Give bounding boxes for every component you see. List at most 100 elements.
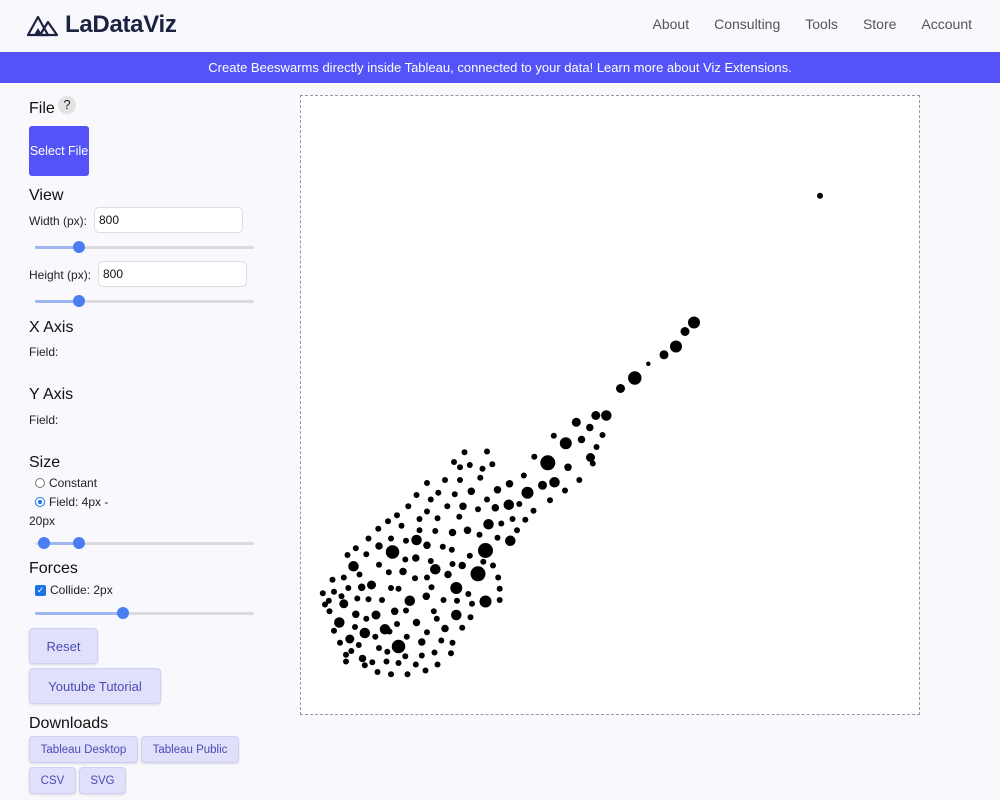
beeswarm-point — [493, 486, 502, 494]
brand-logo[interactable]: LaDataViz — [27, 11, 177, 39]
beeswarm-point — [505, 535, 516, 547]
download-tableau-desktop-button[interactable]: Tableau Desktop — [29, 736, 138, 763]
beeswarm-point — [357, 583, 366, 592]
height-slider[interactable] — [35, 294, 254, 308]
select-file-button[interactable]: Select File — [29, 126, 89, 176]
beeswarm-point — [591, 411, 601, 420]
beeswarm-point — [394, 621, 400, 627]
beeswarm-point — [530, 507, 537, 514]
beeswarm-point — [384, 648, 391, 655]
beeswarm-point — [576, 477, 583, 483]
promo-banner[interactable]: Create Beeswarms directly inside Tableau… — [0, 52, 1000, 83]
size-field-option[interactable]: Field: 4px - — [35, 495, 108, 509]
beeswarm-point — [403, 607, 409, 614]
beeswarm-point — [616, 384, 625, 393]
beeswarm-point — [352, 545, 359, 552]
beeswarm-point — [467, 487, 476, 496]
beeswarm-point — [478, 543, 493, 558]
beeswarm-point — [326, 608, 333, 615]
beeswarm-point — [456, 513, 463, 520]
download-svg-button[interactable]: SVG — [79, 767, 126, 794]
download-svg-label: SVG — [90, 774, 115, 787]
size-constant-option[interactable]: Constant — [35, 476, 97, 490]
height-slider-thumb[interactable] — [72, 295, 85, 307]
beeswarm-point — [670, 340, 682, 353]
beeswarm-point — [491, 504, 500, 512]
size-constant-radio[interactable] — [35, 478, 45, 488]
beeswarm-point — [448, 650, 454, 657]
beeswarm-point — [372, 633, 379, 640]
beeswarm-point — [659, 350, 669, 360]
width-slider[interactable] — [35, 240, 254, 254]
beeswarm-point — [399, 567, 407, 576]
beeswarm-point — [375, 525, 382, 532]
download-csv-button[interactable]: CSV — [29, 767, 76, 794]
beeswarm-point — [418, 652, 425, 659]
beeswarm-point — [448, 546, 455, 553]
beeswarm-point — [438, 637, 445, 644]
nav-account[interactable]: Account — [921, 16, 972, 32]
beeswarm-point — [484, 496, 490, 503]
beeswarm-point — [547, 497, 553, 504]
beeswarm-point — [367, 580, 376, 590]
download-tableau-public-label: Tableau Public — [152, 743, 228, 756]
height-input[interactable] — [98, 261, 247, 287]
download-tableau-public-button[interactable]: Tableau Public — [141, 736, 239, 763]
beeswarm-point — [477, 474, 484, 481]
beeswarm-point — [505, 480, 514, 488]
reset-button[interactable]: Reset — [29, 628, 98, 664]
collide-option[interactable]: ✓ Collide: 2px — [35, 583, 113, 597]
beeswarm-point — [334, 617, 345, 628]
beeswarm-point — [403, 537, 409, 544]
beeswarm-point — [559, 437, 572, 450]
collide-slider-thumb[interactable] — [116, 607, 129, 619]
brand-name: LaDataViz — [65, 11, 177, 38]
beeswarm-point — [463, 526, 472, 535]
beeswarm-point — [340, 574, 347, 581]
beeswarm-point — [416, 516, 423, 522]
select-file-label: Select File — [29, 144, 89, 158]
beeswarm-point — [680, 327, 690, 336]
youtube-tutorial-button[interactable]: Youtube Tutorial — [29, 668, 161, 704]
width-input[interactable] — [94, 207, 243, 233]
height-label: Height (px): — [29, 268, 92, 282]
beeswarm-point — [331, 588, 337, 595]
beeswarm-point — [388, 535, 394, 542]
size-field-radio[interactable] — [35, 497, 45, 507]
help-icon[interactable]: ? — [58, 96, 76, 114]
beeswarm-chart — [319, 192, 823, 678]
size-range-min-thumb[interactable] — [37, 537, 50, 549]
beeswarm-point — [483, 519, 494, 530]
nav-store[interactable]: Store — [863, 16, 896, 32]
nav-about[interactable]: About — [653, 16, 690, 32]
collide-checkbox-icon[interactable]: ✓ — [35, 584, 46, 596]
beeswarm-point — [352, 610, 360, 619]
beeswarm-point — [322, 601, 328, 608]
beeswarm-point — [435, 489, 442, 496]
beeswarm-point — [385, 518, 391, 525]
size-constant-label: Constant — [49, 476, 98, 490]
width-slider-thumb[interactable] — [72, 241, 85, 253]
beeswarm-point — [509, 516, 516, 522]
beeswarm-point — [454, 597, 460, 604]
beeswarm-point — [390, 607, 399, 616]
beeswarm-point — [343, 658, 349, 665]
beeswarm-point — [403, 633, 410, 640]
nav-tools[interactable]: Tools — [805, 16, 838, 32]
beeswarm-point — [329, 576, 336, 583]
beeswarm-point — [359, 627, 371, 639]
beeswarm-point — [494, 534, 501, 541]
beeswarm-point — [577, 435, 586, 444]
beeswarm-point — [386, 628, 393, 635]
beeswarm-point — [383, 658, 390, 665]
collide-slider[interactable] — [35, 606, 254, 620]
nav-consulting[interactable]: Consulting — [714, 16, 780, 32]
beeswarm-point — [433, 615, 440, 622]
beeswarm-point — [363, 615, 370, 622]
beeswarm-point — [404, 595, 416, 607]
beeswarm-point — [376, 561, 382, 568]
size-range-slider[interactable] — [35, 536, 254, 550]
beeswarm-point — [434, 661, 441, 668]
size-range-max-thumb[interactable] — [72, 537, 85, 549]
beeswarm-point — [514, 527, 520, 534]
